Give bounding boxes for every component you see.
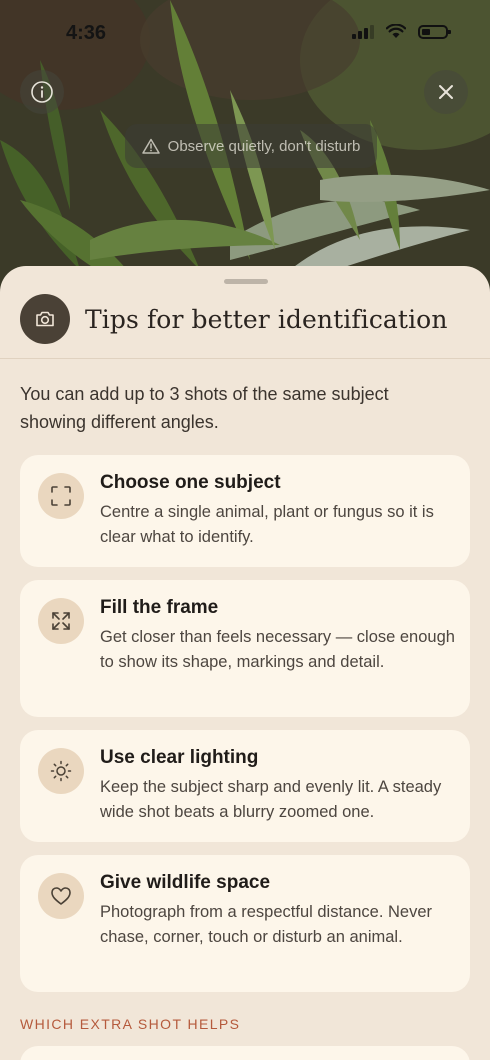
warning-icon <box>141 138 160 154</box>
info-icon <box>31 81 53 103</box>
expand-icon <box>38 598 84 644</box>
intro-text: You can add up to 3 shots of the same su… <box>20 384 389 432</box>
sun-icon <box>38 748 84 794</box>
sheet-header: Tips for better identification <box>20 294 448 344</box>
tips-sheet: Tips for better identification You can a… <box>0 266 490 1060</box>
extra-shot-card <box>20 1046 470 1060</box>
tip-card-wildlife-space: Give wildlife space Photograph from a re… <box>20 855 470 992</box>
tip-text: Centre a single animal, plant or fungus … <box>100 503 434 546</box>
tip-title: Fill the frame <box>100 597 219 618</box>
info-button[interactable] <box>20 70 64 114</box>
camera-icon <box>20 294 70 344</box>
tip-card-clear-lighting: Use clear lighting Keep the subject shar… <box>20 730 470 842</box>
tip-title: Use clear lighting <box>100 747 259 768</box>
close-icon <box>439 85 453 99</box>
header-divider <box>0 358 490 359</box>
wifi-icon <box>386 24 406 38</box>
cellular-signal-icon <box>352 24 374 39</box>
tip-text: Get closer than feels necessary — close … <box>100 628 455 671</box>
observe-notice: Observe quietly, don't disturb <box>125 124 377 168</box>
sheet-title: Tips for better identification <box>85 304 448 334</box>
observe-notice-text: Observe quietly, don't disturb <box>167 137 361 155</box>
tip-card-fill-frame: Fill the frame Get closer than feels nec… <box>20 580 470 717</box>
status-time: 4:36 <box>66 22 107 44</box>
tip-text: Photograph from a respectful distance. N… <box>100 903 433 946</box>
tip-text: Keep the subject sharp and evenly lit. A… <box>100 778 442 821</box>
close-button[interactable] <box>424 70 468 114</box>
tip-title: Choose one subject <box>100 472 281 493</box>
battery-icon <box>418 24 451 39</box>
tip-title: Give wildlife space <box>100 872 271 893</box>
heart-icon <box>38 873 84 919</box>
sheet-drag-handle[interactable] <box>224 279 268 284</box>
tip-card-choose-subject: Choose one subject Centre a single anima… <box>20 455 470 567</box>
focus-frame-icon <box>38 473 84 519</box>
section-label-extra-shot: WHICH EXTRA SHOT HELPS <box>20 1016 241 1032</box>
status-icons <box>352 24 451 39</box>
